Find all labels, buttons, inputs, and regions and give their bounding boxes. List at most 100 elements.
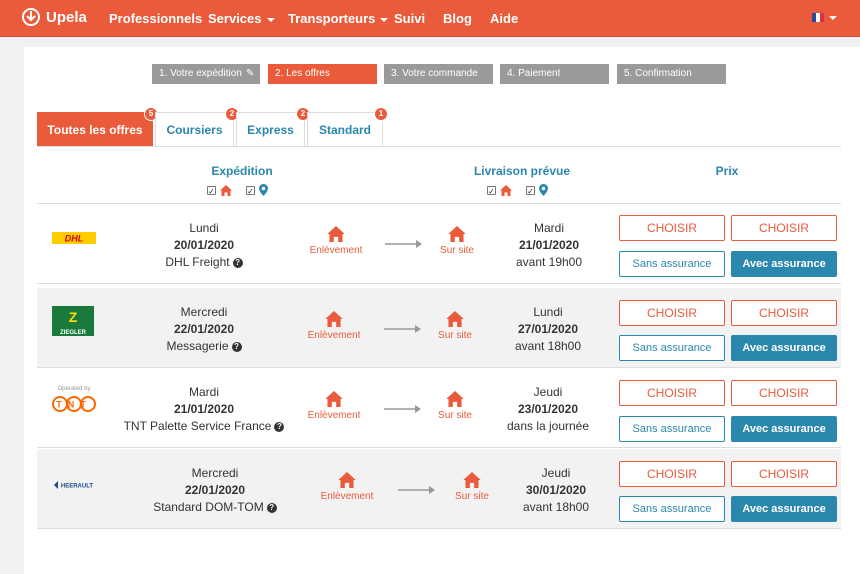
pickup-label: Enlèvement	[307, 410, 361, 421]
home-icon	[327, 226, 345, 242]
sans-assurance-button[interactable]: Sans assurance	[619, 335, 725, 361]
nav-services-label: Services	[208, 11, 262, 26]
help-icon[interactable]: ?	[274, 421, 285, 432]
delivery-date: Mardi 21/01/2020 avant 19h00	[454, 220, 644, 271]
tab-label: Toutes les offres	[47, 123, 143, 137]
filter-home-checkbox[interactable]: ✓	[487, 185, 496, 196]
ship-date: 21/01/2020	[173, 402, 235, 416]
pencil-icon: ✎	[245, 68, 255, 79]
delivery-date: Jeudi 23/01/2020 dans la journée	[453, 384, 643, 435]
carrier-logo-tnt: Operated by TNT	[52, 384, 96, 419]
nav-blog[interactable]: Blog	[443, 11, 472, 26]
step-commande: 3. Votre commande	[384, 64, 493, 84]
choose-button-sans[interactable]: CHOISIR	[619, 300, 725, 326]
nav-transporteurs-label: Transporteurs	[288, 11, 376, 26]
avec-assurance-button[interactable]: Avec assurance	[731, 251, 837, 277]
svg-text:Operated by: Operated by	[57, 386, 90, 392]
choose-button-sans[interactable]: CHOISIR	[619, 380, 725, 406]
del-date: 23/01/2020	[517, 402, 579, 416]
avec-assurance-button[interactable]: Avec assurance	[731, 416, 837, 442]
choose-button-avec[interactable]: CHOISIR	[731, 215, 837, 241]
carrier-logo-heerault: HEERAULT	[52, 477, 96, 495]
chevron-down-icon	[380, 17, 389, 22]
ship-day: Mercredi	[191, 466, 239, 480]
del-time: dans la journée	[506, 419, 590, 433]
svg-text:TNT: TNT	[56, 400, 92, 410]
sans-assurance-button[interactable]: Sans assurance	[619, 496, 725, 522]
del-date: 27/01/2020	[517, 322, 579, 336]
help-icon[interactable]: ?	[232, 257, 243, 268]
table-row: Z ZIEGLER Mercredi 22/01/2020 Messagerie?…	[37, 288, 841, 368]
nav-suivi[interactable]: Suivi	[394, 11, 425, 26]
filter-home-checkbox[interactable]: ✓	[207, 185, 216, 196]
del-day: Jeudi	[533, 385, 563, 399]
location-pin-icon	[259, 184, 268, 196]
chevron-down-icon	[266, 17, 275, 22]
ship-day: Lundi	[189, 221, 219, 235]
del-date: 30/01/2020	[525, 483, 587, 497]
step-expedition[interactable]: 1. Votre expédition ✎	[152, 64, 260, 84]
brand-name: Upela	[46, 8, 87, 26]
ship-date: 22/01/2020	[184, 483, 246, 497]
avec-assurance-button[interactable]: Avec assurance	[731, 335, 837, 361]
nav-aide[interactable]: Aide	[490, 11, 518, 26]
expedition-filters: ✓ ✓	[207, 184, 268, 196]
home-icon	[338, 472, 356, 488]
choose-button-sans[interactable]: CHOISIR	[619, 215, 725, 241]
tab-express[interactable]: Express 2	[236, 107, 310, 146]
language-flag-icon[interactable]	[812, 13, 824, 22]
livraison-filters: ✓ ✓	[487, 184, 548, 196]
service-name: TNT Palette Service France	[123, 419, 272, 433]
count-badge: 1	[374, 107, 388, 121]
brand-logo[interactable]: Upela	[22, 8, 87, 26]
nav-transporteurs[interactable]: Transporteurs	[288, 11, 389, 26]
tab-label: Standard	[318, 123, 371, 137]
pickup-mode: Enlèvement	[296, 226, 376, 256]
tab-label: Coursiers	[166, 123, 223, 137]
nav-services[interactable]: Services	[208, 11, 275, 26]
sans-assurance-button[interactable]: Sans assurance	[619, 416, 725, 442]
choose-button-avec[interactable]: CHOISIR	[731, 380, 837, 406]
del-time: avant 19h00	[515, 255, 583, 269]
nav-professionnels[interactable]: Professionnels	[109, 11, 202, 26]
avec-assurance-button[interactable]: Avec assurance	[731, 496, 837, 522]
pickup-label: Enlèvement	[309, 245, 363, 256]
filter-location-checkbox[interactable]: ✓	[246, 185, 255, 196]
shipping-date: Mercredi 22/01/2020 Messagerie?	[109, 304, 299, 355]
del-date: 21/01/2020	[518, 238, 580, 252]
svg-text:DHL: DHL	[65, 234, 84, 244]
help-icon[interactable]: ?	[266, 502, 277, 513]
home-icon	[325, 311, 343, 327]
filter-location-checkbox[interactable]: ✓	[526, 185, 535, 196]
pickup-mode: Enlèvement	[294, 311, 374, 341]
chevron-down-icon[interactable]	[829, 16, 837, 20]
pickup-label: Enlèvement	[307, 330, 361, 341]
tab-coursiers[interactable]: Coursiers 2	[155, 107, 239, 146]
table-row: Operated by TNT Mardi 21/01/2020 TNT Pale…	[37, 368, 841, 448]
choose-button-avec[interactable]: CHOISIR	[731, 300, 837, 326]
service-name: DHL Freight	[165, 255, 230, 269]
step-confirmation: 5. Confirmation	[617, 64, 726, 84]
ship-day: Mardi	[188, 385, 219, 399]
home-icon	[220, 184, 232, 196]
home-icon	[500, 184, 512, 196]
table-row: DHL Lundi 20/01/2020 DHL Freight? Enlève…	[37, 204, 841, 284]
ship-date: 20/01/2020	[173, 238, 235, 252]
svg-text:Z: Z	[69, 309, 78, 325]
table-row: HEERAULT Mercredi 22/01/2020 Standard DO…	[37, 449, 841, 529]
tab-standard[interactable]: Standard 1	[307, 107, 388, 146]
help-icon[interactable]: ?	[231, 341, 242, 352]
pickup-mode: Enlèvement	[307, 472, 387, 502]
service-name: Standard DOM-TOM	[153, 500, 264, 514]
header-livraison: Livraison prévue	[473, 164, 571, 178]
service-name: Messagerie	[166, 339, 229, 353]
top-navbar: Upela Professionnels Services Transporte…	[0, 0, 860, 37]
sans-assurance-button[interactable]: Sans assurance	[619, 251, 725, 277]
pickup-mode: Enlèvement	[294, 391, 374, 421]
svg-text:ZIEGLER: ZIEGLER	[60, 330, 87, 336]
choose-button-avec[interactable]: CHOISIR	[731, 461, 837, 487]
ship-day: Mercredi	[180, 305, 228, 319]
choose-button-sans[interactable]: CHOISIR	[619, 461, 725, 487]
carrier-logo-ziegler: Z ZIEGLER	[52, 306, 94, 341]
tab-toutes-les-offres[interactable]: Toutes les offres 5	[37, 107, 158, 146]
